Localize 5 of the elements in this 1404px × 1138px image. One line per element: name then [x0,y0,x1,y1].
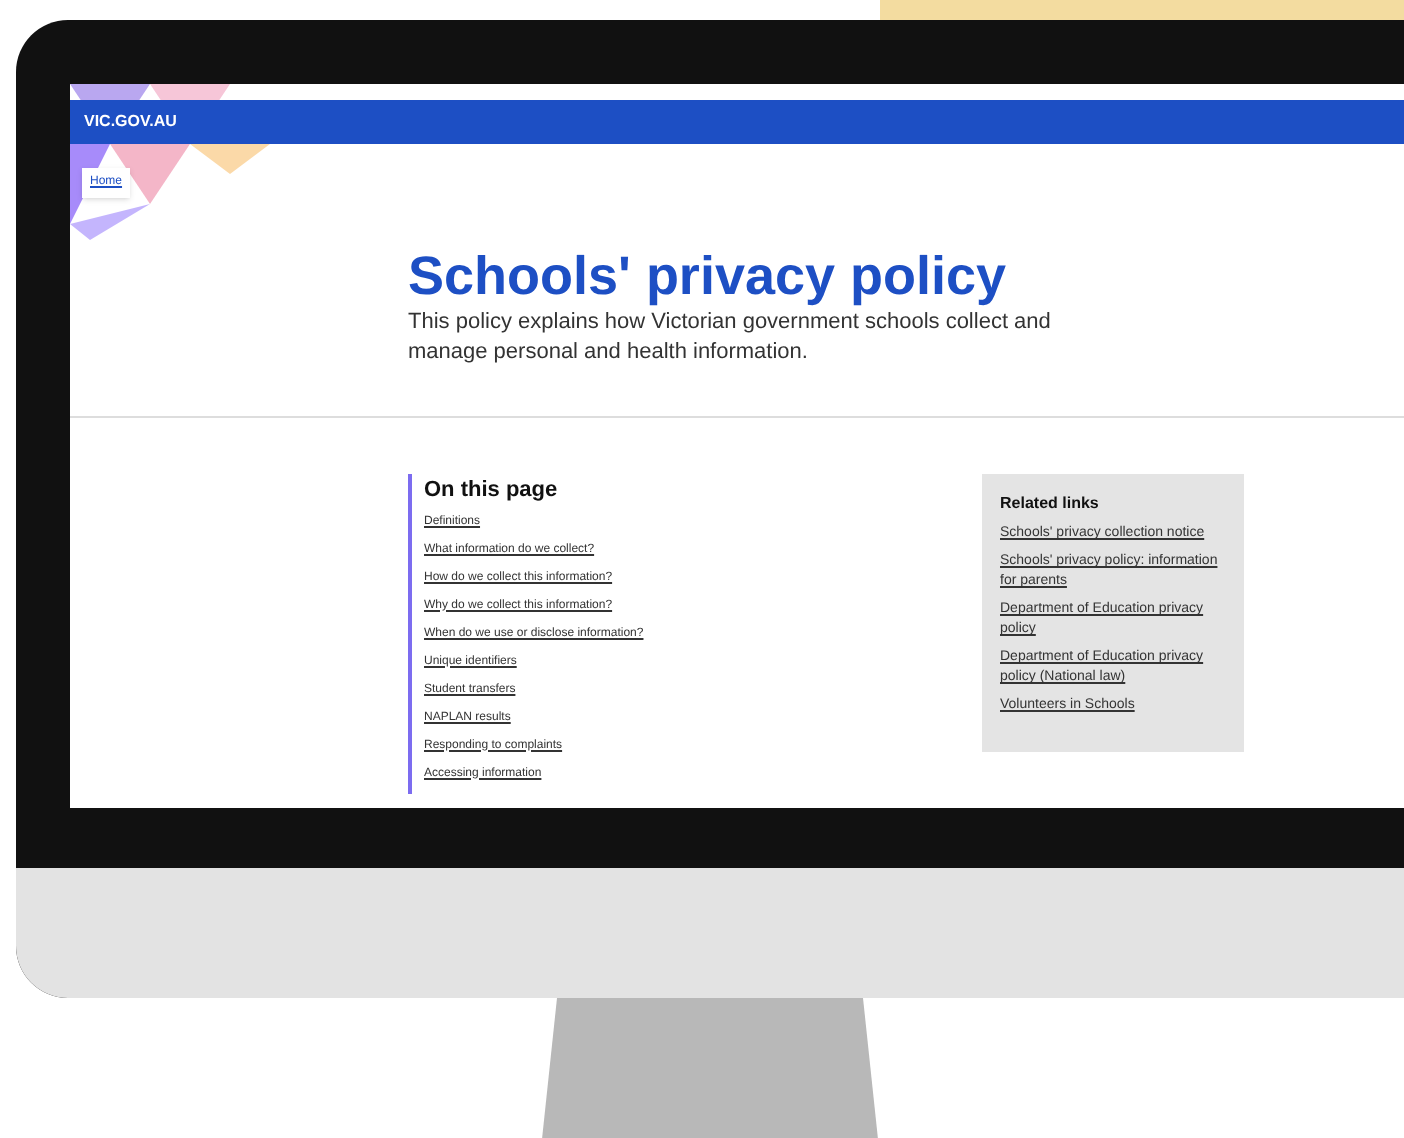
page-summary: This policy explains how Victorian government schools collect and manage personal and health information. [408,308,1053,368]
on-this-page-heading: On this page [424,476,560,506]
page-title: Schools' privacy policy [408,244,1009,308]
site-brand[interactable]: VIC.GOV.AU [84,110,177,134]
related-links-heading: Related links [1000,492,1101,516]
